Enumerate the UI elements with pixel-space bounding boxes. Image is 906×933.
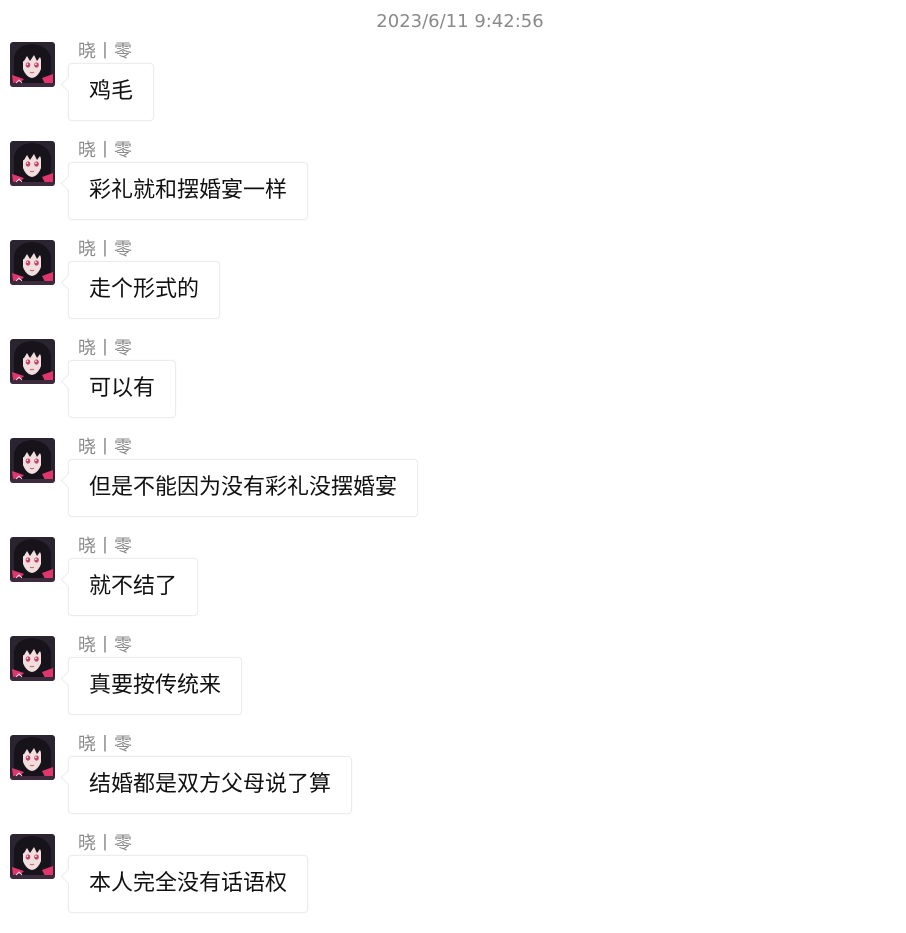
sender-name: 晓丨零 xyxy=(78,833,132,854)
message-bubble[interactable]: 真要按传统来 xyxy=(68,657,243,715)
message-bubble[interactable]: 彩礼就和摆婚宴一样 xyxy=(68,162,309,220)
avatar-icon[interactable] xyxy=(10,339,55,384)
message-bubble[interactable]: 本人完全没有话语权 xyxy=(68,855,309,913)
sender-name: 晓丨零 xyxy=(78,536,132,557)
sender-name: 晓丨零 xyxy=(78,239,132,260)
chat-message: 晓丨零 走个形式的 xyxy=(0,239,906,339)
sender-name: 晓丨零 xyxy=(78,437,132,458)
message-bubble[interactable]: 走个形式的 xyxy=(68,261,221,319)
avatar-icon[interactable] xyxy=(10,735,55,780)
avatar-icon[interactable] xyxy=(10,834,55,879)
chat-message: 晓丨零 真要按传统来 xyxy=(0,635,906,735)
avatar-icon[interactable] xyxy=(10,438,55,483)
message-bubble[interactable]: 可以有 xyxy=(68,360,177,418)
chat-message: 晓丨零 就不结了 xyxy=(0,536,906,636)
sender-name: 晓丨零 xyxy=(78,635,132,656)
message-bubble[interactable]: 就不结了 xyxy=(68,558,199,616)
chat-message: 晓丨零 彩礼就和摆婚宴一样 xyxy=(0,140,906,240)
message-bubble[interactable]: 鸡毛 xyxy=(68,63,155,121)
sender-name: 晓丨零 xyxy=(78,338,132,359)
avatar-icon[interactable] xyxy=(10,240,55,285)
sender-name: 晓丨零 xyxy=(78,140,132,161)
message-bubble[interactable]: 结婚都是双方父母说了算 xyxy=(68,756,353,814)
chat-message: 晓丨零 但是不能因为没有彩礼没摆婚宴 xyxy=(0,437,906,537)
message-bubble[interactable]: 但是不能因为没有彩礼没摆婚宴 xyxy=(68,459,419,517)
avatar-icon[interactable] xyxy=(10,537,55,582)
sender-name: 晓丨零 xyxy=(78,41,132,62)
sender-name: 晓丨零 xyxy=(78,734,132,755)
avatar-icon[interactable] xyxy=(10,141,55,186)
chat-message: 晓丨零 本人完全没有话语权 xyxy=(0,833,906,933)
avatar-icon[interactable] xyxy=(10,636,55,681)
chat-message: 晓丨零 可以有 xyxy=(0,338,906,438)
avatar-icon[interactable] xyxy=(10,42,55,87)
chat-message: 晓丨零 鸡毛 xyxy=(0,41,906,141)
chat-message: 晓丨零 结婚都是双方父母说了算 xyxy=(0,734,906,834)
message-timestamp: 2023/6/11 9:42:56 xyxy=(376,11,544,32)
